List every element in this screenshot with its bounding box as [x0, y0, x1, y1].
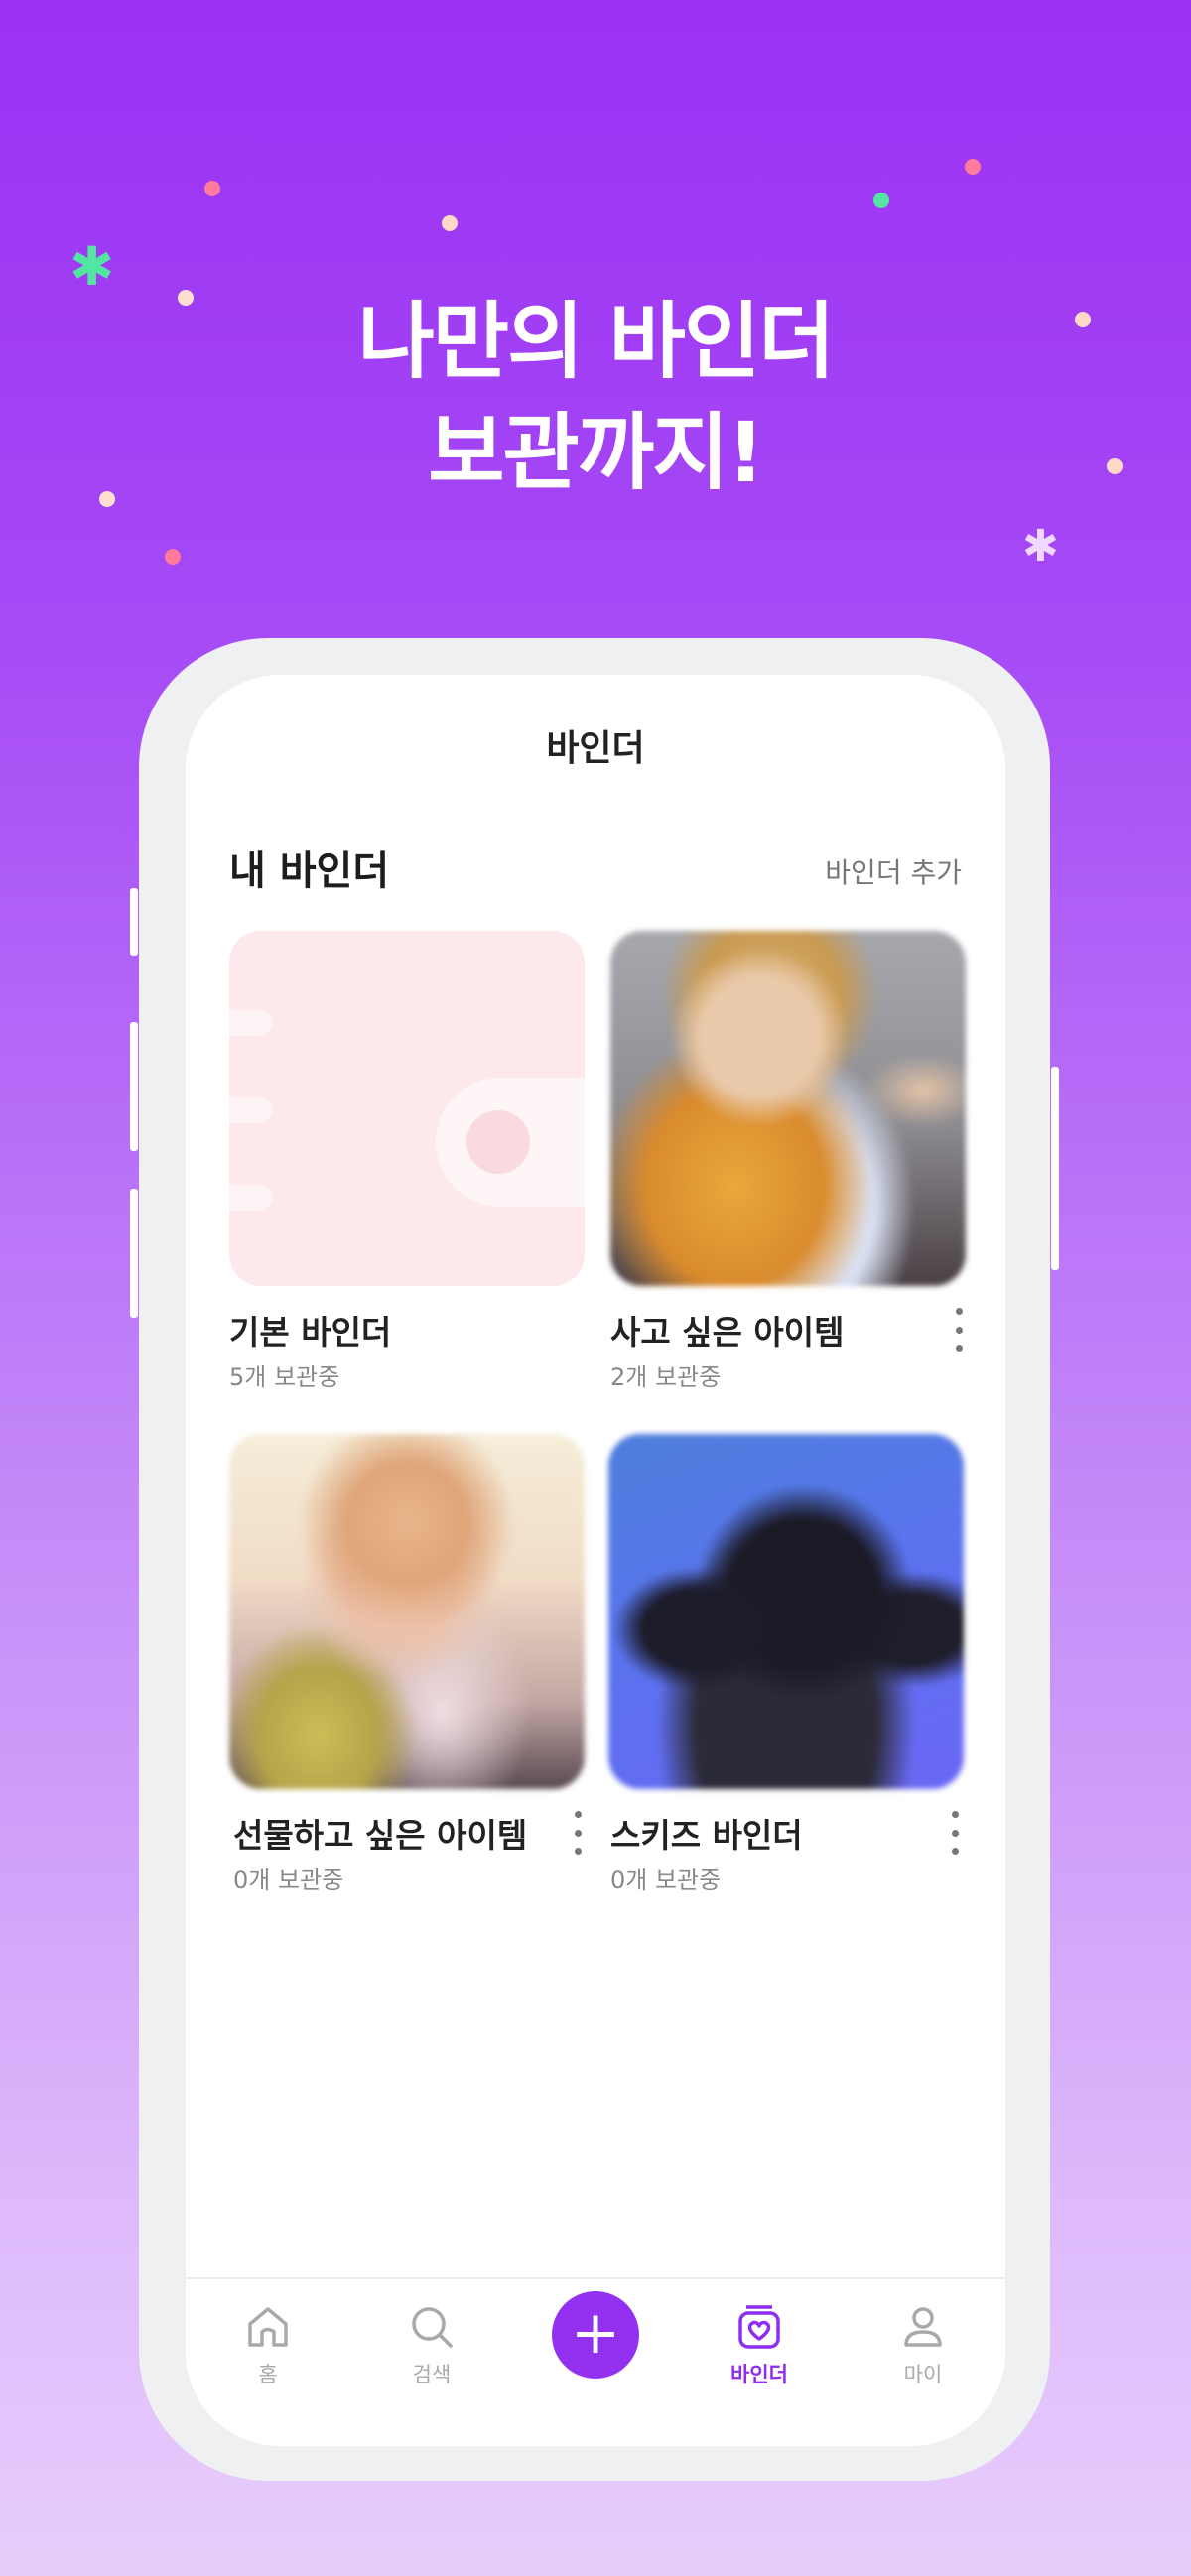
more-options-icon[interactable] [944, 1308, 974, 1352]
wallet-stripe [229, 1010, 273, 1036]
add-binder-link[interactable]: 바인더 추가 [825, 851, 962, 891]
phone-side-button [130, 888, 138, 956]
binder-thumbnail-wallet [229, 931, 585, 1286]
binder-card[interactable]: 스키즈 바인더 0개 보관중 [608, 1434, 964, 1894]
add-button[interactable]: + [552, 2291, 639, 2379]
plus-icon: + [570, 2298, 621, 2368]
user-icon [904, 2307, 942, 2347]
phone-screen: 바인더 내 바인더 바인더 추가 기본 바인더 5개 보관중 사고 싶은 아이템… [186, 675, 1005, 2446]
tab-label: 마이 [903, 2363, 943, 2386]
headline-line-1: 나만의 바인더 [357, 293, 836, 390]
binder-count: 0개 보관중 [610, 1867, 722, 1894]
search-icon [412, 2307, 453, 2348]
section-title: 내 바인더 [229, 848, 390, 894]
confetti-dot [204, 181, 220, 196]
binder-name: 사고 싶은 아이템 [610, 1313, 845, 1352]
binder-name: 스키즈 바인더 [610, 1816, 803, 1855]
bottom-tab-bar: 홈 검색 + 바인더 마이 [186, 2277, 1005, 2446]
binder-name: 기본 바인더 [229, 1313, 392, 1352]
wallet-knob [466, 1110, 530, 1174]
binder-thumbnail-photo [608, 1434, 964, 1789]
binder-card[interactable]: 기본 바인더 5개 보관중 [229, 931, 585, 1391]
binder-card[interactable]: 사고 싶은 아이템 2개 보관중 [610, 931, 966, 1391]
binder-count: 2개 보관중 [610, 1363, 722, 1391]
promo-headline: 나만의 바인더 보관까지! [0, 286, 1191, 508]
phone-side-button [1051, 1067, 1059, 1270]
tab-label: 바인더 [730, 2363, 788, 2386]
more-options-icon[interactable] [940, 1811, 970, 1855]
binder-count: 0개 보관중 [233, 1867, 344, 1894]
tab-my[interactable]: 마이 [863, 2301, 983, 2388]
wallet-stripe [229, 1097, 273, 1123]
tab-binder[interactable]: 바인더 [700, 2301, 819, 2388]
tab-label: 홈 [258, 2363, 278, 2386]
tab-search[interactable]: 검색 [372, 2301, 491, 2388]
phone-side-button [130, 1189, 138, 1318]
tab-home[interactable]: 홈 [208, 2301, 328, 2388]
home-icon [248, 2307, 288, 2347]
confetti-dot [873, 193, 889, 208]
confetti-dot [442, 215, 458, 231]
confetti-dot [965, 159, 981, 175]
binder-thumbnail-photo [610, 931, 966, 1286]
binder-name: 선물하고 싶은 아이템 [233, 1816, 528, 1855]
headline-line-2: 보관까지! [428, 404, 764, 501]
binder-card[interactable]: 선물하고 싶은 아이템 0개 보관중 [229, 1434, 585, 1894]
phone-side-button [130, 1022, 138, 1151]
screen-title: 바인더 [546, 728, 645, 769]
binder-thumbnail-photo [229, 1434, 585, 1789]
tab-label: 검색 [412, 2363, 452, 2386]
confetti-dot [165, 549, 181, 565]
binder-heart-icon [738, 2305, 780, 2349]
sparkle-star-icon: ✱ [1022, 521, 1059, 572]
wallet-stripe [229, 1185, 273, 1211]
binder-count: 5개 보관중 [229, 1363, 340, 1391]
more-options-icon[interactable] [563, 1811, 593, 1855]
